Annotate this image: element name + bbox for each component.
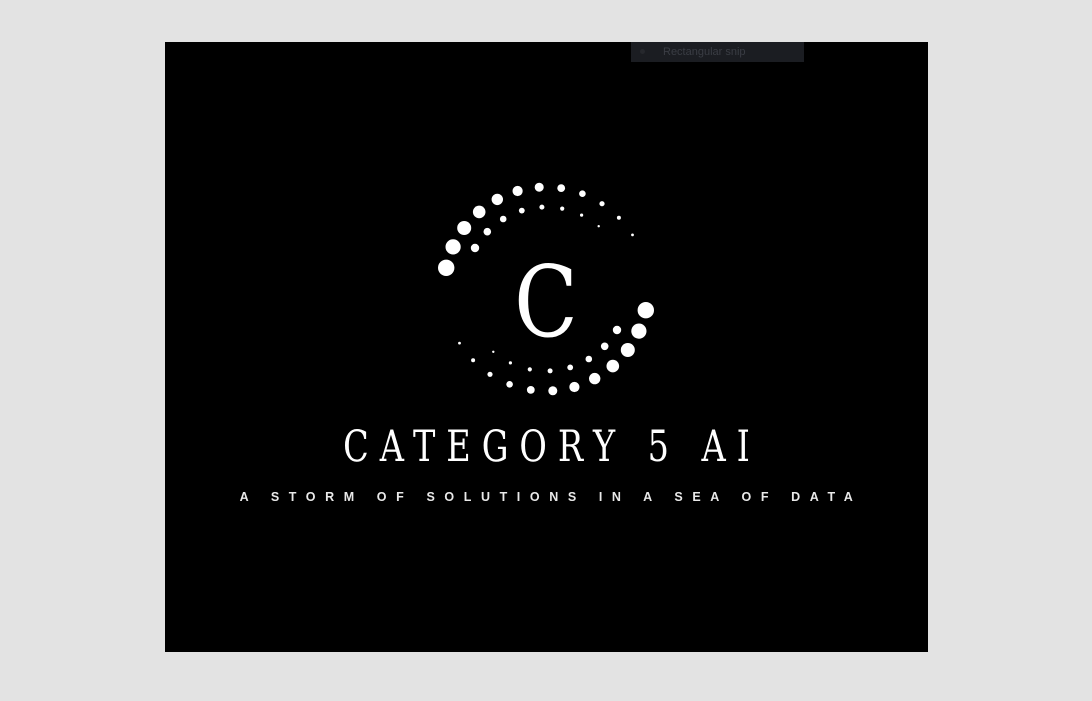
emblem-dot — [506, 381, 513, 388]
emblem-dot — [445, 239, 461, 255]
emblem-dot — [606, 359, 620, 373]
emblem-dot — [483, 227, 492, 236]
emblem-dot — [487, 371, 493, 377]
emblem-dot — [539, 204, 545, 210]
emblem-dot — [548, 386, 558, 396]
emblem-dot — [458, 341, 461, 345]
emblem-dot — [470, 243, 480, 253]
emblem-dot — [492, 350, 495, 353]
emblem-dot — [637, 302, 654, 319]
emblem-dot — [560, 206, 565, 211]
emblem-dot — [508, 361, 512, 365]
emblem-dot — [580, 213, 584, 217]
emblem-dot — [567, 364, 574, 371]
emblem-dot — [438, 259, 455, 276]
emblem-dot — [616, 215, 621, 220]
brand-name: CATEGORY 5 AI — [343, 422, 761, 472]
emblem-dot — [472, 205, 486, 219]
emblem-dot — [471, 358, 476, 363]
emblem-dot — [527, 367, 532, 372]
emblem-dot — [512, 185, 523, 197]
storm-dots-emblem: C — [438, 182, 654, 396]
emblem-dot — [631, 323, 647, 339]
emblem-dot — [579, 190, 586, 197]
emblem-dot — [597, 225, 600, 228]
emblem-dot — [569, 381, 580, 393]
emblem-dot — [491, 193, 503, 206]
emblem-dot — [589, 372, 601, 385]
emblem-dot — [557, 184, 566, 193]
emblem-dot — [457, 221, 472, 235]
logo-letter: C — [514, 247, 578, 360]
emblem-dot — [534, 182, 544, 192]
emblem-dot — [518, 207, 525, 214]
logo-canvas: Rectangular snip C CATEGORY 5 AI A STORM… — [165, 42, 928, 652]
emblem-dot — [599, 201, 605, 207]
emblem-dot — [499, 215, 507, 223]
emblem-dot — [612, 325, 622, 335]
emblem-dot — [547, 368, 553, 374]
tagline: A STORM OF SOLUTIONS IN A SEA OF DATA — [239, 490, 863, 504]
emblem-dot — [631, 233, 634, 237]
emblem-dot — [600, 342, 609, 351]
emblem-dot — [526, 386, 535, 394]
emblem-dot — [620, 343, 635, 357]
emblem-dot — [585, 355, 593, 363]
